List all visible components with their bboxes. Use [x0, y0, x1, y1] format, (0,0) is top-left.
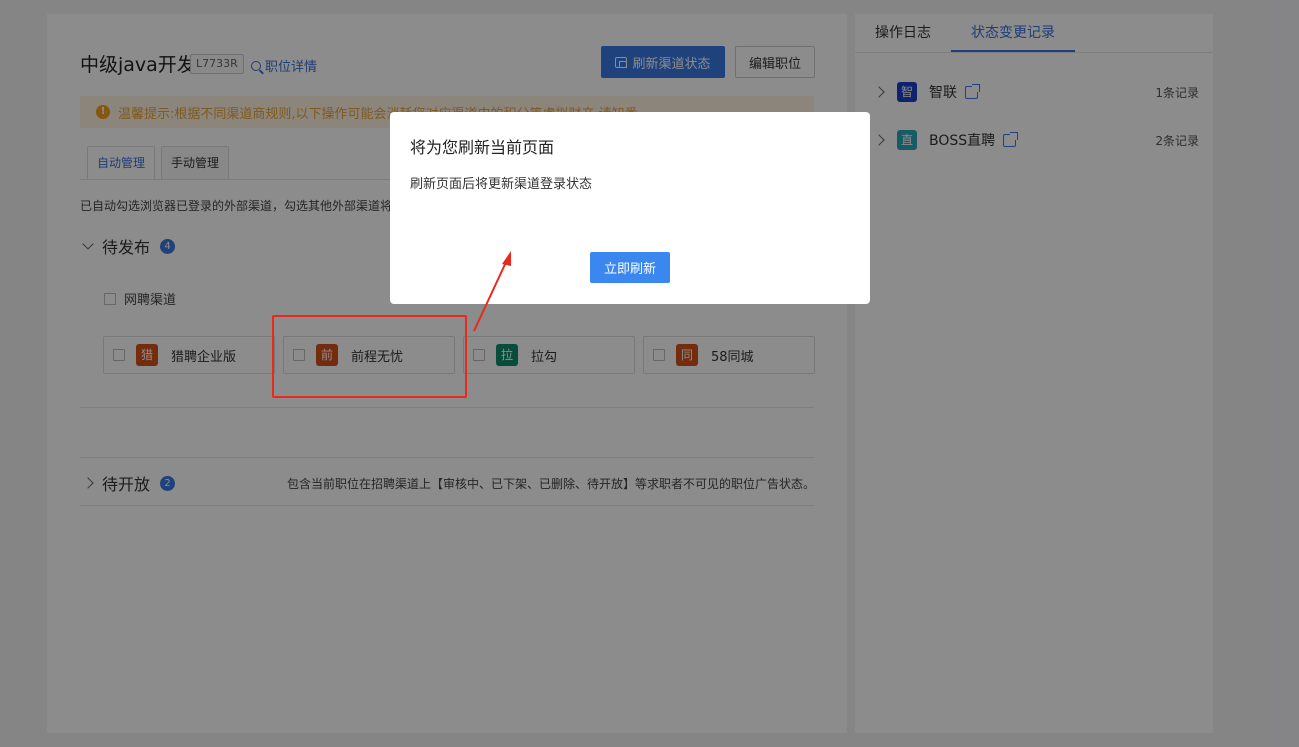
annotation-highlight-box: [272, 315, 467, 398]
dialog-title: 将为您刷新当前页面: [410, 138, 555, 157]
dialog-message: 刷新页面后将更新渠道登录状态: [410, 177, 593, 192]
refresh-dialog: 将为您刷新当前页面 刷新页面后将更新渠道登录状态 立即刷新: [390, 112, 870, 304]
refresh-now-button[interactable]: 立即刷新: [590, 252, 670, 283]
